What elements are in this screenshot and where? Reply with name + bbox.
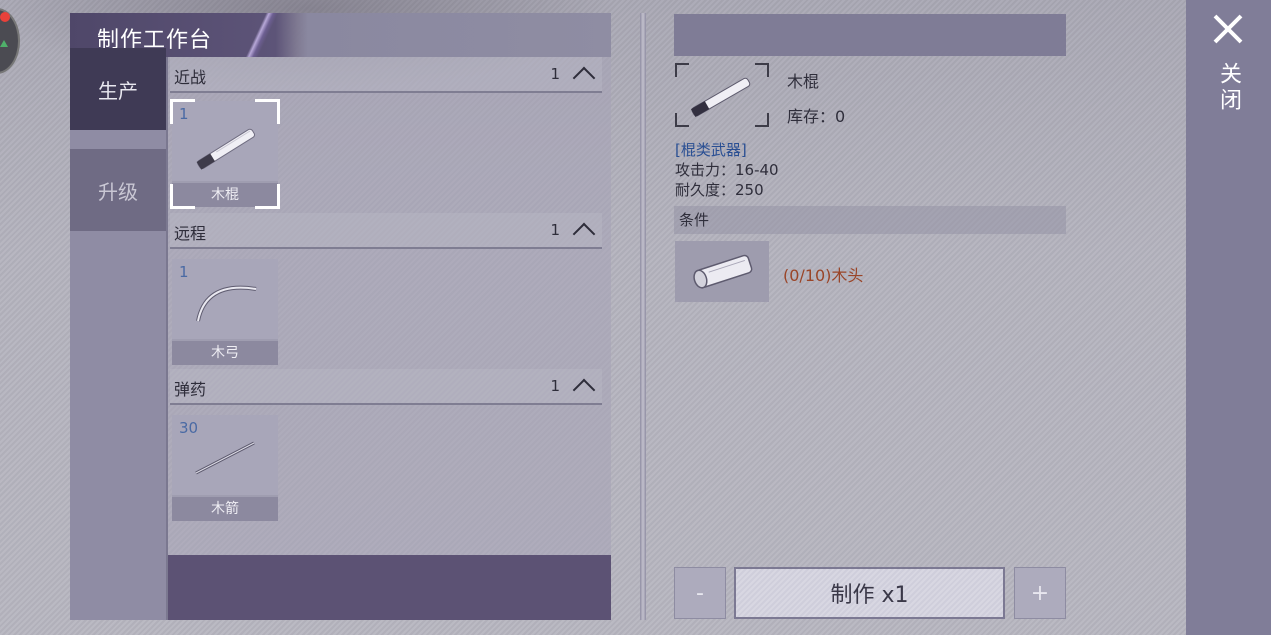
craft-button[interactable]: 制作 x1	[734, 567, 1005, 619]
title-decoration	[242, 13, 282, 57]
item-quantity: 1	[179, 263, 189, 281]
recipe-item-wood-bow[interactable]: 1 木弓	[172, 259, 278, 365]
detail-item-name: 木棍	[787, 72, 820, 91]
category-count: 1	[550, 377, 560, 395]
list-footer	[168, 555, 611, 620]
stick-icon	[690, 77, 751, 117]
category-header-ammo[interactable]: 弹药 1	[170, 369, 602, 405]
conditions-title: 条件	[679, 211, 710, 229]
item-name: 木箭	[172, 497, 278, 521]
recipe-list[interactable]: 近战 1 1 木棍 远程 1 1 木弓 弹药 1 30 木箭	[168, 57, 611, 555]
direction-arrow-icon	[0, 40, 8, 47]
selection-corner-icon	[170, 99, 195, 124]
tab-upgrade-label: 升级	[98, 179, 138, 204]
material-requirement: (0/10)木头	[783, 266, 864, 285]
close-icon[interactable]	[1211, 12, 1245, 46]
conditions-header: 条件	[674, 206, 1066, 234]
detail-item-icon	[675, 63, 769, 127]
category-name: 远程	[174, 224, 207, 243]
category-count: 1	[550, 221, 560, 239]
selection-corner-icon	[255, 184, 280, 209]
material-slot[interactable]	[675, 241, 769, 302]
tab-produce[interactable]: 生产	[70, 48, 166, 130]
crafting-panel: 制作工作台 生产 升级 近战 1 1 木棍 远程 1 1 木弓 弹药 1 30 …	[70, 13, 611, 620]
detail-header	[674, 14, 1066, 56]
detail-attack: 攻击力：16-40	[675, 161, 779, 179]
tab-upgrade[interactable]: 升级	[70, 149, 166, 231]
category-count: 1	[550, 65, 560, 83]
increase-quantity-button[interactable]: +	[1014, 567, 1066, 619]
chevron-up-icon[interactable]	[572, 66, 596, 90]
detail-durability: 耐久度：250	[675, 181, 764, 199]
detail-stock: 库存：0	[787, 107, 846, 126]
close-label[interactable]: 关闭	[1212, 62, 1244, 114]
recipe-item-wood-stick[interactable]: 1 木棍	[170, 99, 280, 209]
notification-dot-icon	[0, 12, 10, 22]
item-name: 木弓	[172, 341, 278, 365]
detail-weapon-type: [棍类武器]	[675, 141, 747, 159]
chevron-up-icon[interactable]	[572, 378, 596, 402]
wood-log-icon	[693, 254, 753, 289]
selection-corner-icon	[255, 99, 280, 124]
chevron-up-icon[interactable]	[572, 222, 596, 246]
recipe-item-wood-arrow[interactable]: 30 木箭	[172, 415, 278, 521]
tab-column	[70, 57, 166, 620]
selection-corner-icon	[170, 184, 195, 209]
item-quantity: 30	[179, 419, 199, 437]
panel-divider	[640, 13, 646, 620]
category-name: 近战	[174, 68, 207, 87]
category-header-ranged[interactable]: 远程 1	[170, 213, 602, 249]
tab-produce-label: 生产	[98, 78, 138, 103]
category-name: 弹药	[174, 380, 207, 399]
category-header-melee[interactable]: 近战 1	[170, 57, 602, 93]
decrease-quantity-button[interactable]: -	[674, 567, 726, 619]
